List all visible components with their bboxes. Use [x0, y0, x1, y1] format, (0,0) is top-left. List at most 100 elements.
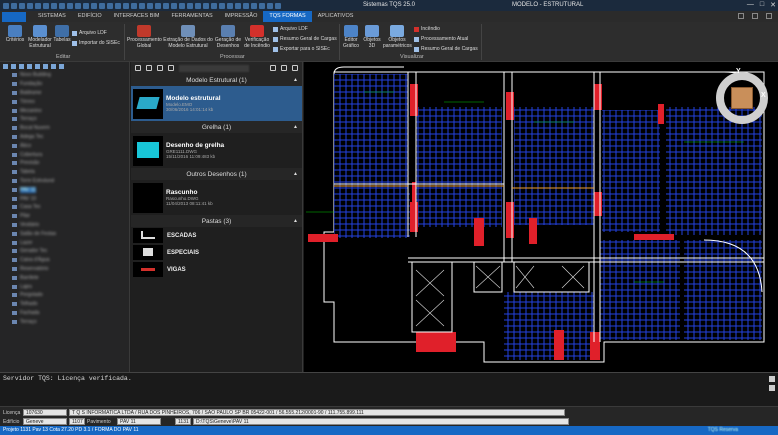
- tree-tool-icon[interactable]: [3, 64, 8, 69]
- processamento-global-button[interactable]: Processamento Global: [127, 25, 162, 49]
- tree-item[interactable]: Térreo: [0, 97, 129, 106]
- list-view-icon[interactable]: [281, 65, 287, 71]
- tab-tqs-formas[interactable]: TQS FORMAS: [263, 11, 312, 22]
- info-icon[interactable]: [157, 65, 163, 71]
- view-cube-face[interactable]: [731, 87, 753, 109]
- tree-item[interactable]: Lazer: [0, 238, 129, 247]
- tree-item[interactable]: Mezanino: [0, 106, 129, 115]
- editor-grafico-button[interactable]: Editor Gráfico: [342, 25, 360, 49]
- tree-item[interactable]: Barrilete: [0, 273, 129, 282]
- vis-resumo-cargas-button[interactable]: Resumo Geral de Cargas: [414, 46, 478, 52]
- search-icon[interactable]: [168, 65, 174, 71]
- verificacao-incendio-button[interactable]: Verificação de Incêndio: [242, 25, 272, 49]
- folder-icon[interactable]: [135, 65, 141, 71]
- extracao-dados-button[interactable]: Extração de Dados do Modelo Estrutural: [163, 25, 213, 49]
- folder-especiais[interactable]: ESPECIAIS: [131, 244, 302, 261]
- importar-sisec-button[interactable]: Importar do SISEc: [72, 40, 120, 46]
- tree-item[interactable]: Cobertura: [0, 150, 129, 159]
- refresh-icon[interactable]: [146, 65, 152, 71]
- tab-edificio[interactable]: EDIFÍCIO: [72, 11, 108, 22]
- tab-impressao[interactable]: IMPRESSÃO: [219, 11, 264, 22]
- tree-item[interactable]: Vestiário: [0, 221, 129, 230]
- chevron-up-icon[interactable]: ▲: [293, 124, 298, 130]
- incendio-button[interactable]: Incêndio: [414, 26, 440, 32]
- chevron-up-icon[interactable]: ▲: [293, 171, 298, 177]
- section-grelha[interactable]: Grelha (1) ▲: [131, 121, 302, 133]
- console-clear-icon[interactable]: [769, 385, 775, 391]
- tree-tool-icon[interactable]: [19, 64, 24, 69]
- section-outros-desenhos[interactable]: Outros Desenhos (1) ▲: [131, 168, 302, 180]
- edificio-field[interactable]: Geneve: [23, 418, 67, 425]
- tree-item[interactable]: Gerador Tec: [0, 247, 129, 256]
- close-icon[interactable]: ✕: [770, 1, 776, 9]
- folder-escadas[interactable]: ESCADAS: [131, 227, 302, 244]
- modelador-button[interactable]: Modelador Estrutural: [27, 25, 53, 49]
- tree-tool-icon[interactable]: [51, 64, 56, 69]
- tree-item[interactable]: Salão de Festas: [0, 229, 129, 238]
- tree-item[interactable]: Fachada: [0, 309, 129, 318]
- console-copy-icon[interactable]: [769, 376, 775, 382]
- table-icon: [55, 25, 69, 37]
- tree-item[interactable]: Caixa d'Água: [0, 256, 129, 265]
- drawing-item-grelha[interactable]: Desenho de grelha GRE1111.DWG 15/11/2016…: [131, 133, 302, 168]
- tree-item[interactable]: Adega Tec: [0, 133, 129, 142]
- processamento-atual-button[interactable]: Processamento Atual: [414, 36, 468, 42]
- tree-tool-icon[interactable]: [27, 64, 32, 69]
- drawing-item-modelo[interactable]: Modelo estrutural Modelo.EMO 30/06/2016 …: [131, 86, 302, 121]
- tree-tool-icon[interactable]: [35, 64, 40, 69]
- maximize-icon[interactable]: □: [760, 1, 764, 9]
- settings-icon[interactable]: [766, 13, 772, 19]
- tree-item[interactable]: Fundação: [0, 80, 129, 89]
- tabelas-button[interactable]: Tabelas: [53, 25, 71, 44]
- tree-item[interactable]: Ático: [0, 141, 129, 150]
- info-icon[interactable]: [292, 65, 298, 71]
- objetos-3d-button[interactable]: Objetos 3D: [361, 25, 383, 49]
- drawing-canvas[interactable]: Y X: [304, 62, 778, 372]
- view-cube[interactable]: Y X: [714, 68, 770, 126]
- help-icon[interactable]: [752, 13, 758, 19]
- pavimento-field[interactable]: PAV 11: [117, 418, 161, 425]
- tab-interfaces-bim[interactable]: INTERFACES BIM: [108, 11, 166, 22]
- tree-tool-icon[interactable]: [43, 64, 48, 69]
- tree-item[interactable]: Previsão: [0, 159, 129, 168]
- tree-item[interactable]: Bocal Nuvem: [0, 124, 129, 133]
- tree-item[interactable]: Terraço: [0, 115, 129, 124]
- tree-item[interactable]: PAV 10: [0, 194, 129, 203]
- tree-item[interactable]: Telhado: [0, 300, 129, 309]
- arquivo-ldf-button[interactable]: Arquivo LDF: [72, 30, 107, 36]
- tree-item[interactable]: Lajes: [0, 282, 129, 291]
- tree-tool-icon[interactable]: [11, 64, 16, 69]
- tab-ferramentas[interactable]: FERRAMENTAS: [166, 11, 219, 22]
- proc-arquivo-ldf-button[interactable]: Arquivo LDF: [273, 26, 308, 32]
- chevron-up-icon[interactable]: ▲: [293, 77, 298, 83]
- tree-item[interactable]: Tabela: [0, 168, 129, 177]
- tab-sistemas[interactable]: SISTEMAS: [32, 11, 72, 22]
- filter-icon[interactable]: [270, 65, 276, 71]
- file-menu-button[interactable]: [2, 11, 26, 22]
- tree-item[interactable]: Novo Building: [0, 71, 129, 80]
- geracao-desenhos-button[interactable]: Geração de Desenhos: [214, 25, 242, 49]
- tree-tool-icon[interactable]: [59, 64, 64, 69]
- tree-item[interactable]: Torre Estrutural: [0, 177, 129, 186]
- section-modelo-estrutural[interactable]: Modelo Estrutural (1) ▲: [131, 74, 302, 86]
- tree-item[interactable]: Casa Tec: [0, 203, 129, 212]
- tree-item[interactable]: PAV 11: [0, 185, 129, 194]
- tree-item[interactable]: Pilar: [0, 212, 129, 221]
- tree-item[interactable]: Terraço: [0, 317, 129, 326]
- exportar-sisec-button[interactable]: Exportar para o SISEc: [273, 46, 330, 52]
- folder-vigas[interactable]: VIGAS: [131, 261, 302, 278]
- tree-item[interactable]: Reservatório: [0, 265, 129, 274]
- section-pastas[interactable]: Pastas (3) ▲: [131, 215, 302, 227]
- tree-item[interactable]: Baldrame: [0, 89, 129, 98]
- search-input[interactable]: [179, 64, 249, 72]
- tree-item[interactable]: Pergolado: [0, 291, 129, 300]
- drawing-item-rascunho[interactable]: Rascunho Rascunho.DWG 11/04/2013 08:11:4…: [131, 180, 302, 215]
- proc-resumo-cargas-button[interactable]: Resumo Geral de Cargas: [273, 36, 337, 42]
- minimize-icon[interactable]: —: [747, 1, 754, 9]
- chevron-up-icon[interactable]: ▲: [293, 218, 298, 224]
- ribbon: Critérios Modelador Estrutural Tabelas A…: [0, 22, 778, 62]
- tab-aplicativos[interactable]: APLICATIVOS: [312, 11, 360, 22]
- objetos-parametricos-button[interactable]: Objetos paramétricos: [383, 25, 412, 49]
- criterios-button[interactable]: Critérios: [4, 25, 26, 44]
- search-icon[interactable]: [738, 13, 744, 19]
